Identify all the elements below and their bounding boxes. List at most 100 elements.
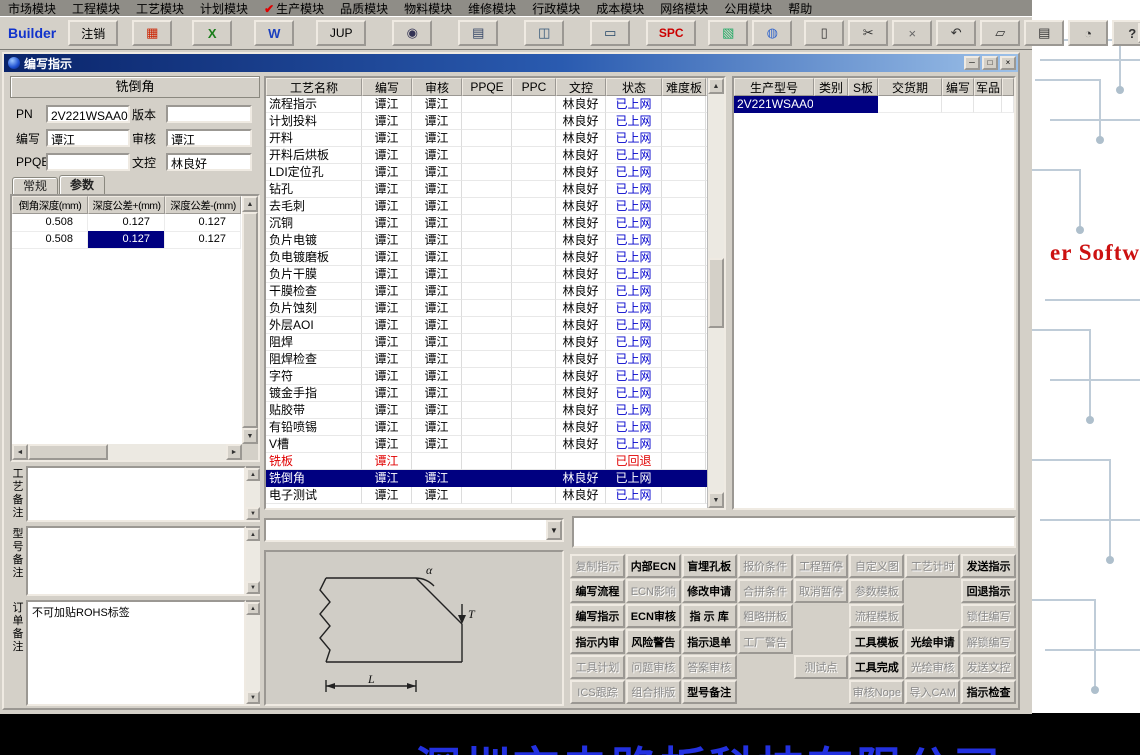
action-button[interactable]: 报价条件	[737, 554, 793, 579]
action-button[interactable]: 回退指示	[961, 579, 1016, 604]
action-button[interactable]: 指 示 库	[681, 604, 737, 629]
remark-textarea[interactable]	[26, 526, 246, 596]
scroll-up-icon[interactable]: ▲	[708, 78, 724, 94]
jup-button[interactable]: JUP	[316, 20, 367, 46]
tab-general[interactable]: 常规	[12, 177, 59, 194]
image-icon[interactable]: ▧	[708, 20, 749, 46]
process-row[interactable]: V槽 谭江 谭江 林良好 已上网	[266, 436, 708, 453]
menu-item[interactable]: 维修模块	[460, 0, 524, 17]
column-header[interactable]: 深度公差+(mm)	[88, 196, 165, 214]
process-row[interactable]: 有铅喷锡 谭江 谭江 林良好 已上网	[266, 419, 708, 436]
action-button[interactable]: 工具模板	[849, 629, 905, 654]
process-row[interactable]: 干膜检查 谭江 谭江 林良好 已上网	[266, 283, 708, 300]
action-button[interactable]: 工艺计时	[905, 554, 961, 579]
process-row[interactable]: LDI定位孔 谭江 谭江 林良好 已上网	[266, 164, 708, 181]
column-header[interactable]: 审核	[412, 78, 462, 96]
pn-input[interactable]: 2V221WSAA0	[46, 105, 130, 123]
action-button[interactable]: ICS跟踪	[570, 679, 625, 704]
action-button[interactable]: 流程模板	[849, 604, 905, 629]
help-icon[interactable]: ?	[1112, 20, 1140, 46]
action-button[interactable]: 编写流程	[570, 579, 625, 604]
remark-textarea[interactable]: 不可加贴ROHS标签	[26, 600, 246, 706]
scroll-up-icon[interactable]: ▲	[246, 468, 260, 481]
scroll-up-icon[interactable]: ▲	[242, 196, 258, 212]
column-header[interactable]: PPC	[512, 78, 556, 96]
globe-icon[interactable]: ◍	[752, 20, 793, 46]
action-button[interactable]: 盲埋孔板	[681, 554, 737, 579]
action-button[interactable]: 指示内审	[570, 629, 625, 654]
column-header[interactable]: 文控	[556, 78, 606, 96]
process-row[interactable]: 流程指示 谭江 谭江 林良好 已上网	[266, 96, 708, 113]
action-button[interactable]: 修改申请	[681, 579, 737, 604]
action-button[interactable]: 组合排版	[625, 679, 681, 704]
scroll-right-icon[interactable]: ►	[226, 444, 242, 460]
column-header[interactable]: 倒角深度(mm)	[12, 196, 88, 214]
action-button[interactable]: 指示退单	[681, 629, 737, 654]
users-icon[interactable]: ◫	[524, 20, 565, 46]
note-input[interactable]	[572, 516, 1016, 548]
process-row[interactable]: 负电镀磨板 谭江 谭江 林良好 已上网	[266, 249, 708, 266]
process-row[interactable]: 铣倒角 谭江 谭江 林良好 已上网	[266, 470, 708, 487]
process-row[interactable]: 电子测试 谭江 谭江 林良好 已上网	[266, 487, 708, 504]
action-button[interactable]: 解锁编写	[961, 629, 1016, 654]
writer-input[interactable]: 谭江	[46, 129, 130, 147]
column-header[interactable]: 编写	[942, 78, 974, 96]
action-button[interactable]: ECN影响	[625, 579, 681, 604]
action-button[interactable]: 审核Nope	[849, 679, 905, 704]
paste-icon[interactable]: ▱	[980, 20, 1021, 46]
scroll-down-icon[interactable]: ▼	[246, 581, 260, 594]
process-row[interactable]: 负片干膜 谭江 谭江 林良好 已上网	[266, 266, 708, 283]
scrollbar-thumb[interactable]	[242, 212, 258, 428]
process-row[interactable]: 负片蚀刻 谭江 谭江 林良好 已上网	[266, 300, 708, 317]
process-row[interactable]: 外层AOI 谭江 谭江 林良好 已上网	[266, 317, 708, 334]
column-header[interactable]: 交货期	[878, 78, 942, 96]
process-combobox[interactable]: ▼	[264, 518, 564, 542]
menu-item[interactable]: 网络模块	[652, 0, 716, 17]
remark-textarea[interactable]	[26, 466, 246, 522]
action-button[interactable]: 锁住编写	[961, 604, 1016, 629]
process-vscrollbar[interactable]: ▲ ▼	[707, 78, 724, 508]
process-row[interactable]: 沉铜 谭江 谭江 林良好 已上网	[266, 215, 708, 232]
close-button[interactable]: ×	[1000, 56, 1016, 70]
doc-input[interactable]: 林良好	[166, 153, 252, 171]
logout-button[interactable]: 注销	[68, 20, 119, 46]
menu-item[interactable]: 品质模块	[332, 0, 396, 17]
action-button[interactable]: 测试点	[793, 654, 849, 679]
search-icon[interactable]: ◔	[1068, 20, 1109, 46]
menu-item[interactable]: 市场模块	[0, 0, 64, 17]
process-row[interactable]: 负片电镀 谭江 谭江 林良好 已上网	[266, 232, 708, 249]
scroll-down-icon[interactable]: ▼	[246, 691, 260, 704]
column-header[interactable]: 深度公差-(mm)	[165, 196, 241, 214]
maximize-button[interactable]: □	[982, 56, 998, 70]
menu-item[interactable]: ✔ 生产模块	[256, 0, 332, 17]
column-header[interactable]: 编写	[362, 78, 412, 96]
scroll-up-icon[interactable]: ▲	[246, 602, 260, 615]
action-button[interactable]: 答案审核	[681, 654, 737, 679]
process-row[interactable]: 字符 谭江 谭江 林良好 已上网	[266, 368, 708, 385]
menu-item[interactable]: 成本模块	[588, 0, 652, 17]
param-row[interactable]: 0.508 0.127 0.127	[12, 231, 242, 249]
action-button[interactable]: 发送指示	[961, 554, 1016, 579]
column-header[interactable]: PPQE	[462, 78, 512, 96]
building-icon[interactable]: ▤	[458, 20, 499, 46]
send-icon[interactable]: ▭	[590, 20, 631, 46]
undo-icon[interactable]: ↶	[936, 20, 977, 46]
process-row[interactable]: 阻焊检查 谭江 谭江 林良好 已上网	[266, 351, 708, 368]
column-header[interactable]: 工艺名称	[266, 78, 362, 96]
param-vscrollbar[interactable]: ▲ ▼	[242, 196, 258, 444]
spc-button[interactable]: SPC	[646, 20, 697, 46]
action-button[interactable]: ECN审核	[625, 604, 681, 629]
process-row[interactable]: 阻焊 谭江 谭江 林良好 已上网	[266, 334, 708, 351]
action-button[interactable]: 工程暂停	[793, 554, 849, 579]
view-icon[interactable]: ◉	[392, 20, 433, 46]
scroll-down-icon[interactable]: ▼	[246, 507, 260, 520]
action-button[interactable]: 光绘审核	[905, 654, 961, 679]
scrollbar-thumb[interactable]	[28, 444, 108, 460]
action-button[interactable]: 工厂警告	[737, 629, 793, 654]
tab-params[interactable]: 参数	[59, 175, 106, 194]
action-button[interactable]: 合拼条件	[737, 579, 793, 604]
action-button[interactable]: 工具计划	[570, 654, 625, 679]
menu-item[interactable]: 帮助	[780, 0, 820, 17]
menu-item[interactable]: 公用模块	[716, 0, 780, 17]
excel-icon[interactable]: X	[192, 20, 233, 46]
